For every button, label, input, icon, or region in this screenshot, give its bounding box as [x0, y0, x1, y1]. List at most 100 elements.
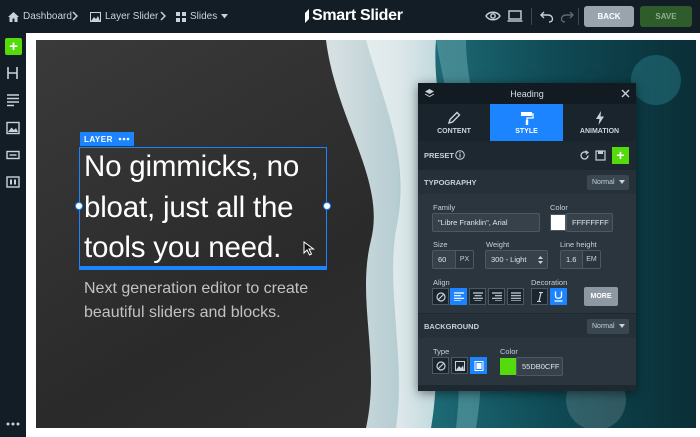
background-section: Type Color 55DB0CFF — [418, 338, 636, 385]
align-center-icon — [472, 292, 483, 301]
more-icon[interactable] — [6, 421, 20, 427]
breadcrumb-label: Dashboard — [23, 11, 72, 22]
chevron-right-icon — [160, 11, 166, 21]
lightning-icon — [595, 111, 604, 125]
breadcrumb-label: Layer Slider — [105, 11, 159, 22]
breadcrumb-label: Slides — [190, 11, 218, 22]
save-preset-icon[interactable] — [595, 150, 606, 161]
grid-icon — [176, 11, 186, 22]
tab-content[interactable]: CONTENT — [418, 104, 490, 141]
color-fill-icon — [474, 360, 483, 371]
italic-button[interactable] — [531, 288, 548, 305]
bg-type-image-button[interactable] — [451, 357, 468, 374]
tab-label: CONTENT — [437, 128, 471, 135]
font-family-input[interactable]: "Libre Franklin", Arial — [432, 213, 540, 232]
background-mode-value: Normal — [592, 323, 615, 330]
image-icon — [454, 360, 465, 371]
undo-icon[interactable] — [540, 8, 554, 24]
preview-eye-icon[interactable] — [485, 8, 501, 24]
none-icon — [435, 360, 446, 371]
layer-properties-panel: Heading CONTENT STYLE ANIMATION PRESET +… — [418, 83, 636, 391]
layer-tag-text: LAYER — [84, 134, 113, 144]
typography-mode-select[interactable]: Normal — [587, 175, 629, 190]
font-size-input[interactable]: 60 — [432, 250, 456, 269]
logo-mark-icon — [305, 9, 309, 23]
font-weight-value: 300 - Light — [491, 255, 527, 264]
more-options-icon[interactable] — [118, 137, 130, 141]
color-label: Color — [550, 203, 568, 212]
add-preset-button[interactable]: + — [612, 147, 629, 164]
paint-roller-icon — [520, 112, 534, 125]
italic-icon — [536, 291, 543, 302]
panel-header[interactable]: Heading — [418, 83, 636, 104]
image-icon[interactable] — [6, 121, 20, 135]
add-layer-button[interactable]: + — [5, 38, 22, 55]
align-left-icon — [453, 292, 464, 301]
breadcrumb-slides[interactable]: Slides — [176, 0, 229, 33]
resize-handle-left[interactable] — [75, 202, 83, 210]
pencil-icon — [447, 111, 461, 125]
back-button[interactable]: BACK — [584, 6, 634, 27]
divider — [578, 8, 579, 25]
heading-icon[interactable] — [6, 66, 20, 80]
tab-animation[interactable]: ANIMATION — [563, 104, 636, 141]
button-icon[interactable] — [6, 148, 20, 162]
breadcrumb-layer-slider[interactable]: Layer Slider — [90, 0, 158, 33]
align-right-button[interactable] — [488, 288, 505, 305]
subtext-layer[interactable]: Next generation editor to create beautif… — [84, 277, 334, 324]
bg-type-color-button[interactable] — [470, 357, 487, 374]
layer-toolbar: + — [0, 33, 26, 437]
sort-arrows-icon — [538, 256, 543, 264]
lineheight-label: Line height — [560, 240, 597, 249]
close-icon[interactable] — [621, 89, 630, 98]
align-justify-button[interactable] — [507, 288, 524, 305]
redo-icon[interactable] — [560, 8, 574, 24]
divider — [531, 8, 532, 25]
tab-label: ANIMATION — [579, 128, 620, 135]
layer-label-tag[interactable]: LAYER — [80, 132, 134, 146]
typography-header[interactable]: TYPOGRAPHY Normal — [418, 170, 636, 194]
line-height-input[interactable]: 1.6 — [560, 250, 583, 269]
reset-icon[interactable] — [579, 150, 590, 161]
chevron-down-icon — [619, 324, 625, 328]
save-button[interactable]: SAVE — [640, 6, 692, 27]
panel-title: Heading — [510, 89, 544, 99]
tab-style[interactable]: STYLE — [490, 104, 563, 141]
typography-label: TYPOGRAPHY — [424, 178, 477, 187]
family-label: Family — [433, 203, 456, 212]
image-icon — [90, 11, 101, 22]
logo-text: Smart Slider — [312, 7, 403, 24]
font-color-input[interactable]: FFFFFFFF — [566, 213, 613, 232]
bg-color-swatch[interactable] — [500, 358, 516, 375]
align-center-button[interactable] — [469, 288, 486, 305]
typography-mode-value: Normal — [592, 179, 615, 186]
align-none-button[interactable] — [432, 288, 449, 305]
align-right-icon — [491, 292, 502, 301]
font-weight-select[interactable]: 300 - Light — [485, 250, 548, 269]
font-size-unit[interactable]: PX — [456, 250, 474, 269]
line-height-unit[interactable]: EM — [583, 250, 601, 269]
weight-label: Weight — [486, 240, 510, 249]
heading-layer-text[interactable]: No gimmicks, no bloat, just all the tool… — [84, 147, 330, 269]
text-icon[interactable] — [6, 93, 20, 107]
background-header[interactable]: BACKGROUND Normal — [418, 314, 636, 338]
home-icon — [8, 11, 19, 22]
desktop-view-icon[interactable] — [507, 8, 523, 24]
bg-color-input[interactable]: 55DB0CFF — [516, 357, 563, 376]
info-icon[interactable] — [455, 150, 465, 160]
background-mode-select[interactable]: Normal — [587, 319, 629, 334]
panel-tabs: CONTENT STYLE ANIMATION — [418, 104, 636, 141]
chevron-down-icon — [619, 180, 625, 184]
breadcrumb-dashboard[interactable]: Dashboard — [8, 0, 72, 33]
smart-slider-logo: Smart Slider — [304, 5, 403, 27]
slider-icon[interactable] — [6, 175, 20, 189]
top-bar: Dashboard Layer Slider Slides Smart Slid… — [0, 0, 700, 33]
font-color-swatch[interactable] — [550, 214, 566, 231]
underline-button[interactable] — [550, 288, 567, 305]
bg-type-none-button[interactable] — [432, 357, 449, 374]
align-label: Align — [433, 278, 450, 287]
preset-label: PRESET — [424, 151, 455, 160]
type-label: Type — [433, 347, 450, 356]
align-left-button[interactable] — [450, 288, 467, 305]
more-options-button[interactable]: MORE — [584, 287, 618, 306]
